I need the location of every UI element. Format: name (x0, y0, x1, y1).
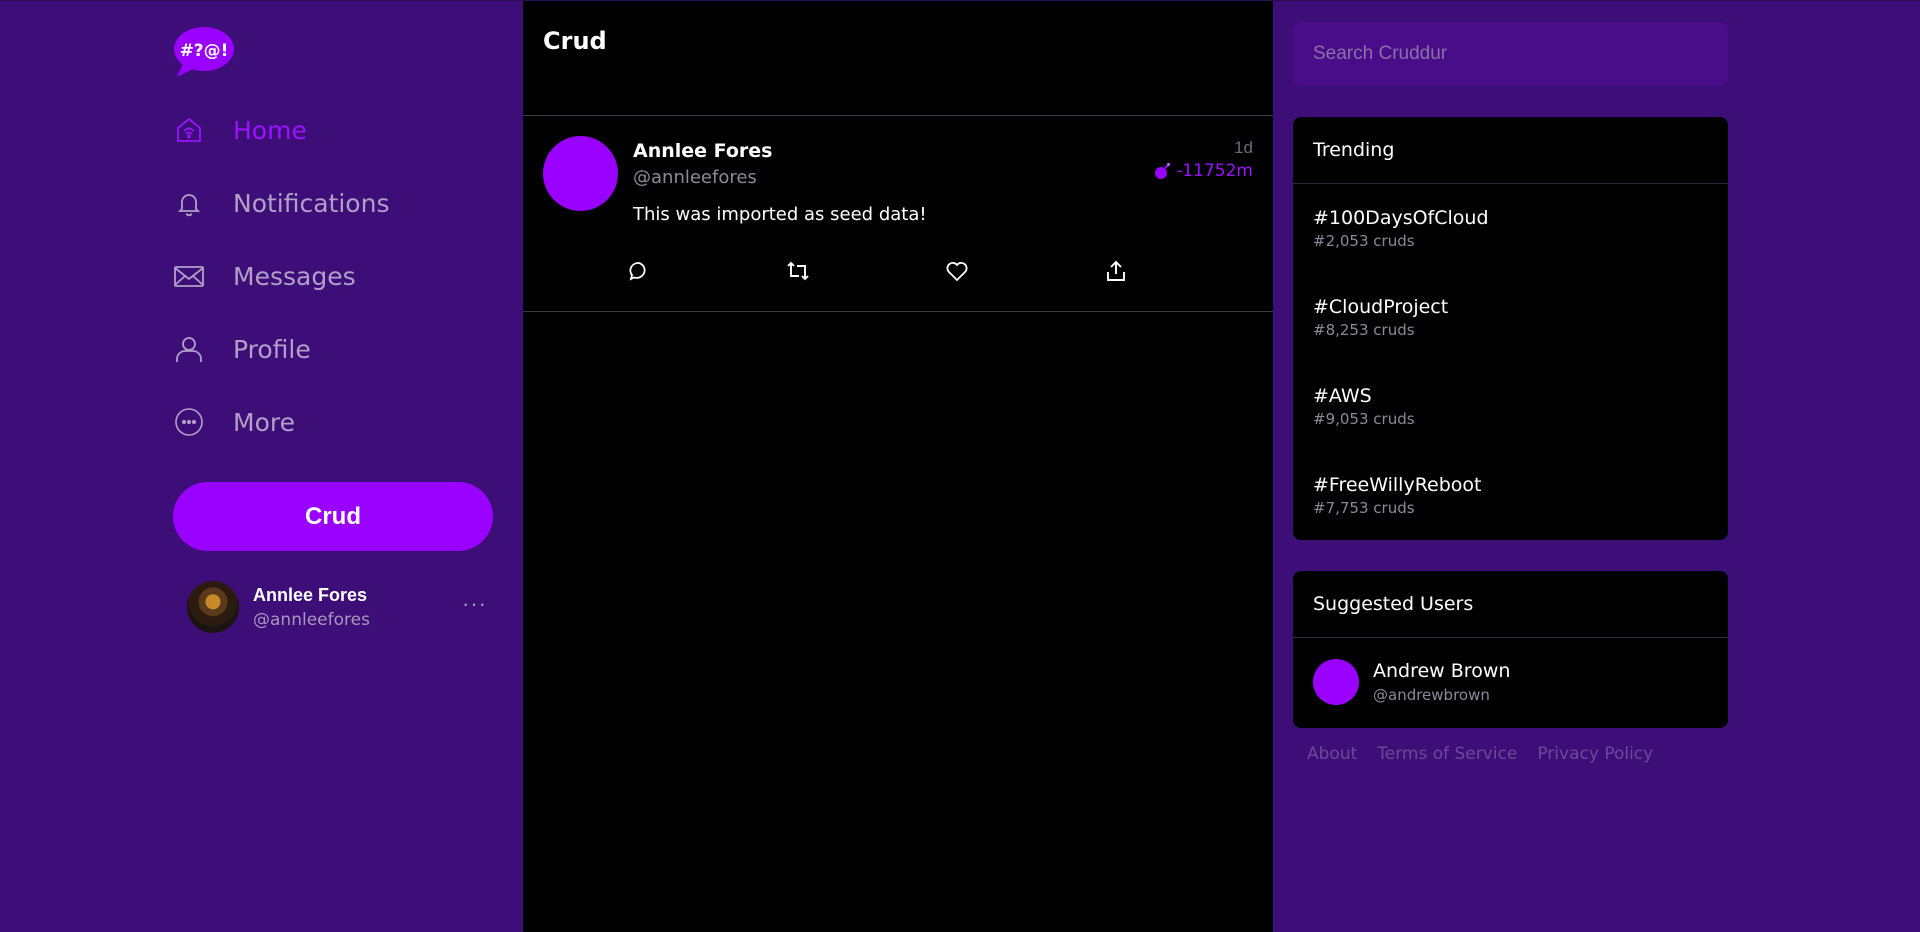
account-text: Annlee Fores @annleefores (253, 585, 370, 630)
post-avatar[interactable] (543, 136, 618, 211)
user-icon (173, 333, 205, 365)
envelope-icon (173, 260, 205, 292)
page-title: Crud (543, 27, 607, 55)
trend-count: #7,753 cruds (1313, 499, 1415, 517)
trending-item[interactable]: #CloudProject #8,253 cruds (1293, 273, 1728, 362)
repost-button[interactable] (783, 256, 813, 286)
post-display-name[interactable]: Annlee Fores (633, 140, 773, 162)
heart-icon (946, 262, 968, 282)
left-sidebar: #?@! Home Notifications Messages Profile… (173, 1, 493, 932)
user-handle: @andrewbrown (1373, 686, 1490, 704)
nav-item-home[interactable]: Home (173, 105, 493, 155)
nav-item-profile[interactable]: Profile (173, 324, 493, 374)
logo-bubble-icon: #?@! (174, 27, 234, 77)
like-button[interactable] (942, 256, 972, 286)
more-circle-icon (173, 406, 205, 438)
post-time: 1d (1234, 138, 1253, 157)
trending-panel: Trending #100DaysOfCloud #2,053 cruds #C… (1293, 117, 1728, 540)
user-avatar (1313, 659, 1359, 705)
nav-item-notifications[interactable]: Notifications (173, 178, 493, 228)
bomb-icon (1155, 163, 1171, 179)
trend-tag: #AWS (1313, 385, 1372, 407)
logo-text: #?@! (180, 41, 229, 61)
trend-count: #8,253 cruds (1313, 321, 1415, 339)
trend-count: #2,053 cruds (1313, 232, 1415, 250)
footer-about-link[interactable]: About (1307, 744, 1357, 764)
search-input[interactable] (1293, 22, 1728, 86)
bell-icon (173, 187, 205, 219)
account-more-icon[interactable]: ··· (462, 591, 487, 617)
account-handle: @annleefores (253, 609, 370, 630)
share-button[interactable] (1101, 256, 1131, 286)
trending-item[interactable]: #100DaysOfCloud #2,053 cruds (1293, 184, 1728, 273)
footer-terms-link[interactable]: Terms of Service (1377, 744, 1517, 764)
activity-item[interactable]: Annlee Fores @annleefores 1d -11752m Thi… (523, 116, 1273, 312)
post-message: This was imported as seed data! (633, 204, 927, 225)
reply-icon (629, 262, 646, 281)
nav-label-home: Home (233, 115, 307, 145)
nav-label-notifications: Notifications (233, 188, 390, 218)
nav-label-messages: Messages (233, 261, 356, 291)
suggested-users-panel: Suggested Users Andrew Brown @andrewbrow… (1293, 571, 1728, 728)
suggested-user[interactable]: Andrew Brown @andrewbrown (1293, 638, 1728, 726)
trending-item[interactable]: #AWS #9,053 cruds (1293, 362, 1728, 451)
trend-count: #9,053 cruds (1313, 410, 1415, 428)
post-expiry-text: -11752m (1176, 161, 1253, 181)
trend-tag: #CloudProject (1313, 296, 1449, 318)
home-icon (173, 114, 205, 146)
nav-item-messages[interactable]: Messages (173, 251, 493, 301)
nav-item-more[interactable]: More (173, 397, 493, 447)
post-handle[interactable]: @annleefores (633, 167, 757, 188)
user-name: Andrew Brown (1373, 660, 1511, 682)
user-text: Andrew Brown @andrewbrown (1373, 660, 1510, 704)
post-expiry: -11752m (1153, 161, 1253, 181)
nav-label-more: More (233, 407, 295, 437)
footer-privacy-link[interactable]: Privacy Policy (1537, 744, 1653, 764)
right-sidebar: Trending #100DaysOfCloud #2,053 cruds #C… (1293, 1, 1728, 932)
account-name: Annlee Fores (253, 584, 368, 605)
feed-header: Crud (523, 1, 1273, 116)
account-switcher[interactable]: Annlee Fores @annleefores ··· (187, 579, 487, 635)
trending-item[interactable]: #FreeWillyReboot #7,753 cruds (1293, 451, 1728, 540)
crud-button[interactable]: Crud (173, 482, 493, 551)
suggested-users-title: Suggested Users (1293, 571, 1728, 638)
nav-label-profile: Profile (233, 334, 311, 364)
trending-title: Trending (1293, 117, 1728, 184)
trend-tag: #100DaysOfCloud (1313, 207, 1489, 229)
reply-button[interactable] (624, 256, 654, 286)
avatar (187, 581, 239, 633)
share-icon (1107, 260, 1125, 281)
footer-links: About Terms of Service Privacy Policy (1307, 744, 1653, 764)
trend-tag: #FreeWillyReboot (1313, 474, 1482, 496)
main-feed: Crud Annlee Fores @annleefores 1d -11752… (523, 1, 1273, 932)
repost-icon (787, 261, 809, 281)
cruddur-logo[interactable]: #?@! (173, 25, 235, 77)
